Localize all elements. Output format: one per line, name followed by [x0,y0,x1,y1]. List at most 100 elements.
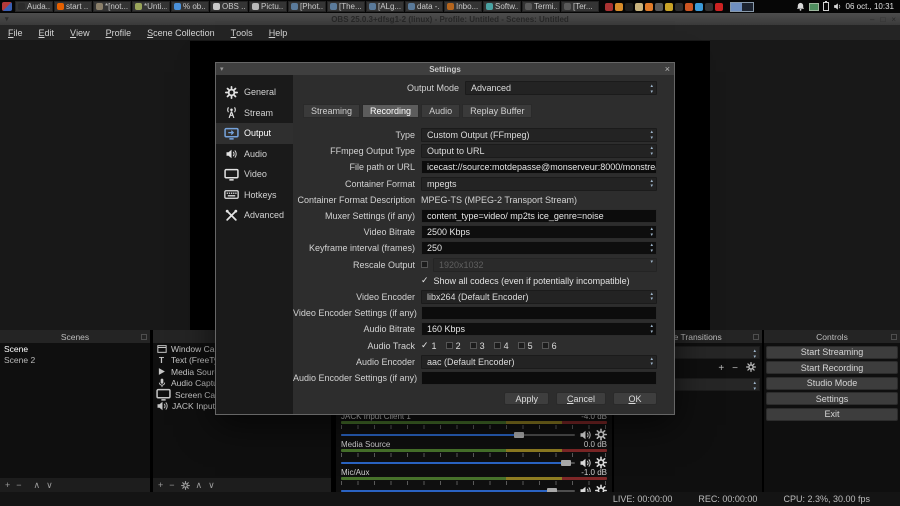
menu-scene-collection[interactable]: Scene Collection [139,25,223,40]
dock-float-icon[interactable] [753,334,759,340]
menu-tools[interactable]: Tools [223,25,261,40]
tray-icon[interactable] [665,3,673,11]
file-path-or-url-input[interactable]: icecast://source:motdepasse@monserveur:8… [421,160,657,174]
type-combo[interactable]: Custom Output (FFmpeg)▴▾ [421,128,657,142]
taskbar-window-pictu[interactable]: Pictu... [249,1,287,12]
taskbar-window-alg[interactable]: [ALg... [366,1,404,12]
rescale-output-checkbox[interactable] [421,261,428,268]
tab-replay-buffer[interactable]: Replay Buffer [462,104,532,118]
slider-handle[interactable] [514,432,524,439]
settings-nav-audio[interactable]: Audio [216,144,293,165]
taskbar-window-not[interactable]: *[not... [93,1,131,12]
audio-bitrate-spin[interactable]: 160 Kbps▴▾ [421,322,657,336]
taskbar-window-ob[interactable]: % ob... [171,1,209,12]
battery-icon[interactable] [823,2,829,11]
source-down-button[interactable]: ∨ [208,480,215,491]
ok-button[interactable]: OK [613,392,657,405]
taskbar-window-obs[interactable]: OBS ... [210,1,248,12]
taskbar-window-start[interactable]: start ... [54,1,92,12]
controls-dock-header[interactable]: Controls [764,330,900,343]
tray-icon[interactable] [675,3,683,11]
slider-handle[interactable] [561,460,571,467]
remove-scene-button[interactable]: − [16,480,21,490]
obs-window-titlebar[interactable]: ▾ OBS 25.0.3+dfsg1-2 (linux) - Profile: … [0,13,900,25]
settings-nav-hotkeys[interactable]: Hotkeys [216,185,293,206]
tray-icon[interactable] [715,3,723,11]
window-menu-icon[interactable]: ▾ [5,15,9,23]
video-bitrate-spin[interactable]: 2500 Kbps▴▾ [421,225,657,239]
mute-speaker-icon[interactable] [579,485,591,493]
menu-file[interactable]: File [0,25,31,40]
settings-button[interactable]: Settings [766,392,898,405]
scene-up-button[interactable]: ∧ [34,480,41,491]
scene-item-scene-2[interactable]: Scene 2 [0,354,150,365]
tray-icon[interactable] [705,3,713,11]
audio-track-4-checkbox[interactable]: 4 [494,341,509,351]
settings-nav-output[interactable]: Output [216,123,293,144]
exit-button[interactable]: Exit [766,408,898,421]
taskbar-window-the[interactable]: [The... [327,1,365,12]
taskbar-window-data[interactable]: data -... [405,1,443,12]
audio-track-6-checkbox[interactable]: 6 [542,341,557,351]
volume-slider[interactable] [341,430,575,440]
dock-float-icon[interactable] [141,334,147,340]
taskbar-window-ter[interactable]: [Ter... [561,1,599,12]
add-source-button[interactable]: + [158,480,163,490]
studio-mode-button[interactable]: Studio Mode [766,377,898,390]
taskbar-window-phot[interactable]: [Phot... [288,1,326,12]
taskbar-window-softw[interactable]: Softw... [483,1,521,12]
keyframe-interval-frames-spin[interactable]: 250▴▾ [421,241,657,255]
channel-gear-icon[interactable] [595,484,607,492]
menu-edit[interactable]: Edit [31,25,63,40]
dialog-menu-icon[interactable]: ▾ [220,65,224,73]
tray-icon[interactable] [655,3,663,11]
maximize-icon[interactable]: □ [880,15,885,24]
show-all-codecs-even-if-potentially-incompatible-checkbox[interactable]: ✓Show all codecs (even if potentially in… [421,275,657,286]
video-encoder-settings-if-any-input[interactable] [421,306,657,320]
settings-nav-video[interactable]: Video [216,164,293,185]
tab-audio[interactable]: Audio [421,104,460,118]
tray-icon[interactable] [695,3,703,11]
mute-speaker-icon[interactable] [579,429,591,441]
audio-encoder-combo[interactable]: aac (Default Encoder)▴▾ [421,355,657,369]
menu-profile[interactable]: Profile [98,25,140,40]
ffmpeg-output-type-combo[interactable]: Output to URL▴▾ [421,144,657,158]
volume-icon[interactable] [833,2,842,11]
workspace-active[interactable] [731,3,742,11]
tray-icon[interactable] [645,3,653,11]
start-recording-button[interactable]: Start Recording [766,361,898,374]
tray-icon[interactable] [605,3,613,11]
scene-item-scene[interactable]: Scene [0,343,150,354]
add-scene-button[interactable]: + [5,480,10,490]
audio-track-1-checkbox[interactable]: ✓1 [421,340,437,351]
bell-icon[interactable] [796,2,805,11]
taskbar-window-termi[interactable]: Termi... [522,1,560,12]
add-transition-button[interactable]: + [718,363,724,374]
tray-icon[interactable] [615,3,623,11]
tab-streaming[interactable]: Streaming [303,104,360,118]
apply-button[interactable]: Apply [504,392,549,405]
tab-recording[interactable]: Recording [362,104,419,118]
scene-down-button[interactable]: ∨ [46,480,53,491]
rescale-output-combo[interactable]: 1920x1032▾ [433,258,657,272]
audio-track-2-checkbox[interactable]: 2 [446,341,461,351]
audio-encoder-settings-if-any-input[interactable] [421,371,657,385]
cancel-button[interactable]: Cancel [556,392,606,405]
audio-track-5-checkbox[interactable]: 5 [518,341,533,351]
output-mode-combo[interactable]: Advanced ▴▾ [465,81,657,95]
taskbar-window-unti[interactable]: *Unti... [132,1,170,12]
volume-slider[interactable] [341,458,575,468]
tray-icon[interactable] [625,3,633,11]
menu-view[interactable]: View [62,25,98,40]
taskbar-window-auda[interactable]: Auda... [15,1,53,12]
audio-track-3-checkbox[interactable]: 3 [470,341,485,351]
mute-speaker-icon[interactable] [579,457,591,469]
remove-transition-button[interactable]: − [732,363,738,374]
settings-nav-general[interactable]: General [216,82,293,103]
close-icon[interactable]: × [891,15,896,24]
settings-nav-stream[interactable]: Stream [216,103,293,124]
settings-nav-advanced[interactable]: Advanced [216,205,293,226]
container-format-combo[interactable]: mpegts▴▾ [421,177,657,191]
settings-dialog-titlebar[interactable]: ▾ Settings × [216,63,674,75]
source-up-button[interactable]: ∧ [196,480,203,491]
